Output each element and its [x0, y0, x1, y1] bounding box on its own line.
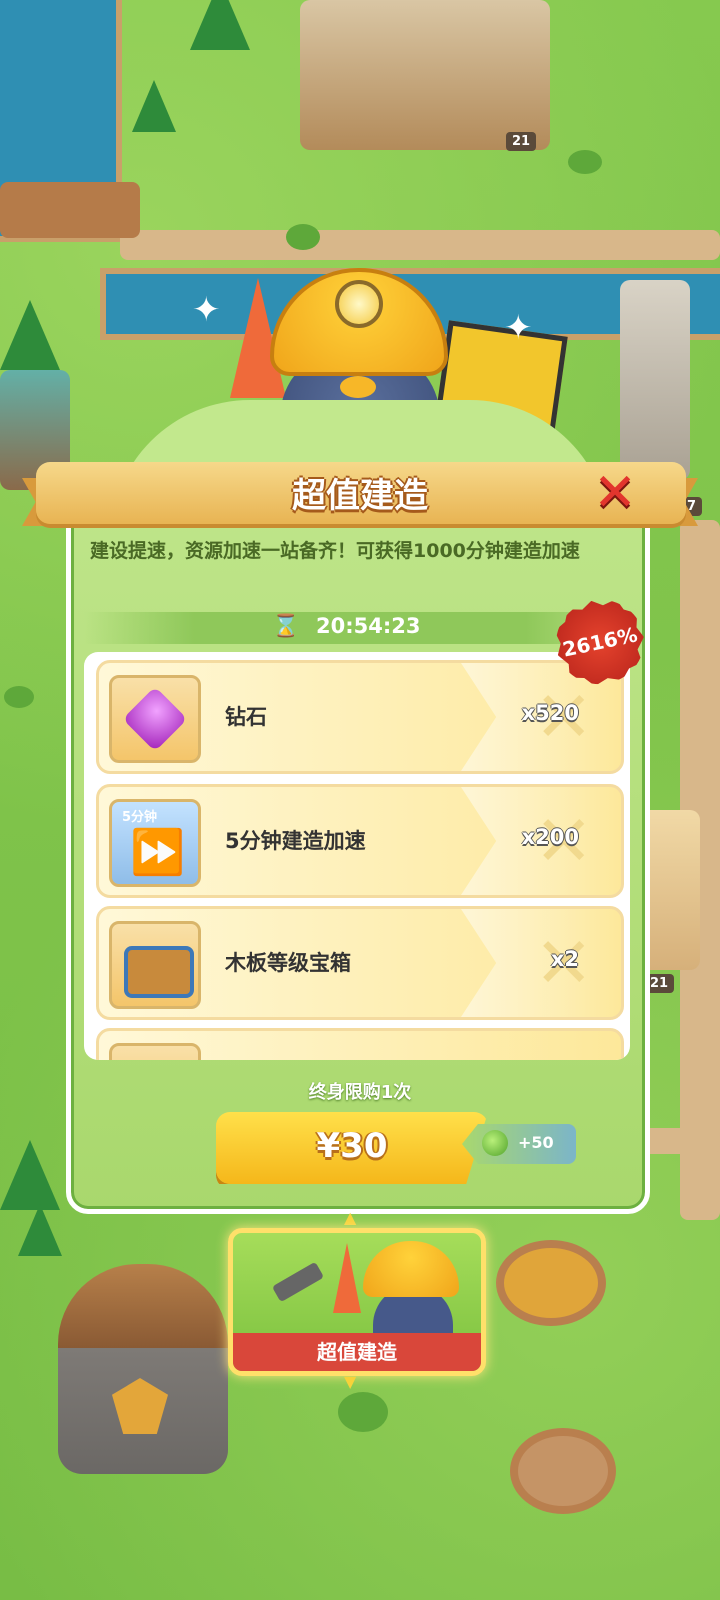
apple-basket[interactable] [510, 1428, 616, 1514]
building-level: 21 [506, 132, 537, 151]
sparkle-icon: ✦ [504, 308, 533, 348]
offer-card[interactable]: 超值建造 [228, 1228, 486, 1376]
hourglass-icon: ⌛ [272, 614, 300, 639]
chest-shape [124, 946, 194, 998]
item-name: 钻石 [225, 705, 267, 729]
hard-hat-icon [363, 1241, 459, 1297]
chest-icon [109, 1043, 201, 1060]
speedup-duration-tag: 5分钟 [122, 810, 158, 825]
diamond-gem-icon [109, 675, 201, 763]
countdown-timer: 20:54:23 [316, 614, 421, 638]
arrow-down-icon: ▼ [344, 1372, 357, 1391]
bush [338, 1392, 388, 1432]
penguin-beak [340, 376, 376, 398]
traffic-cone-icon [333, 1243, 361, 1313]
stone-statue[interactable] [620, 280, 690, 480]
gold-basket[interactable] [496, 1240, 606, 1326]
bush [4, 686, 34, 708]
item-quantity: x520 [521, 701, 579, 725]
item-quantity: x2 [550, 947, 579, 971]
close-x-icon[interactable]: ✕ [590, 467, 640, 519]
plank-level-chest-icon [109, 921, 201, 1009]
list-item: ✕ 钻石 x520 [96, 660, 624, 774]
buy-price-label[interactable]: ¥30 [216, 1126, 488, 1166]
list-item: ✕ 5分钟 ⏩ 5分钟建造加速 x200 [96, 784, 624, 898]
item-quantity: x200 [521, 825, 579, 849]
sparkle-icon: ✦ [192, 290, 221, 330]
offer-card-label: 超值建造 [233, 1333, 481, 1371]
build-speedup-5min-icon: 5分钟 ⏩ [109, 799, 201, 887]
pine-tree [0, 300, 60, 370]
pine-tree [0, 1140, 60, 1210]
hammer-icon [271, 1261, 325, 1303]
bonus-amount: +50 [518, 1133, 554, 1152]
helmet-lamp-icon [335, 280, 383, 328]
bush [286, 224, 320, 250]
list-item: ✕ 木板等级宝箱 x2 [96, 906, 624, 1020]
green-apple-icon [482, 1130, 508, 1156]
dirt-path [120, 230, 720, 260]
arrow-up-icon: ▲ [344, 1208, 357, 1227]
pine-tree [18, 1204, 62, 1256]
bush [568, 150, 602, 174]
pine-tree [132, 80, 176, 132]
reward-list[interactable]: ✕ 钻石 x520 ✕ 5分钟 ⏩ 5分钟建造加速 x200 ✕ 木板等级宝箱 … [84, 652, 630, 1060]
wooden-bridge [0, 182, 140, 238]
offer-description: 建设提速，资源加速一站备齐！可获得1000分钟建造加速 [90, 540, 580, 562]
town-hall-building[interactable] [300, 0, 550, 150]
tower-building[interactable] [58, 1264, 228, 1474]
list-item-partial [96, 1028, 624, 1060]
pine-tree [190, 0, 250, 50]
gem-shape [122, 686, 188, 752]
item-name: 5分钟建造加速 [225, 829, 366, 853]
fast-forward-icon: ⏩ [130, 827, 185, 878]
item-name: 木板等级宝箱 [225, 951, 351, 975]
purchase-limit-label: 终身限购1次 [308, 1082, 412, 1103]
